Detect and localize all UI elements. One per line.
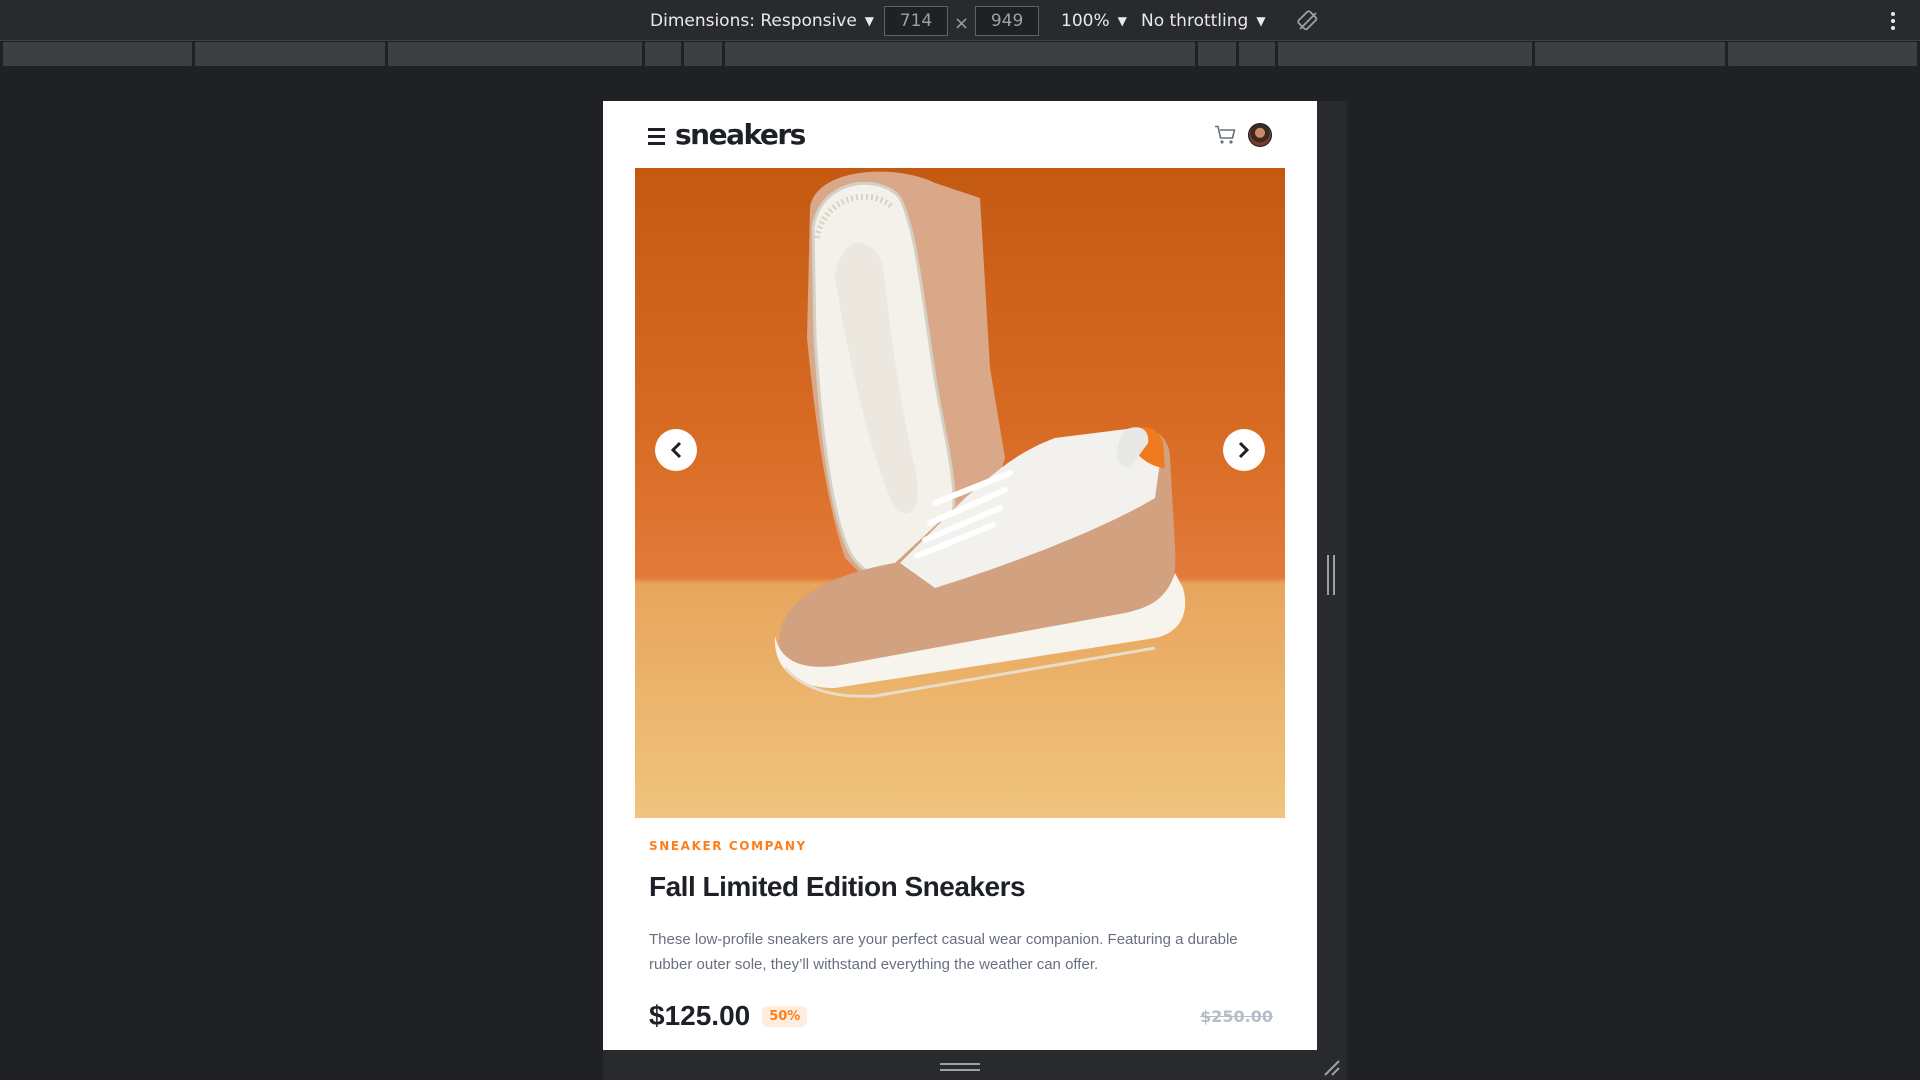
corner-resize-icon[interactable] [1321,1057,1341,1077]
media-query-segment[interactable] [195,42,385,66]
bottom-resize-grip [940,1063,980,1071]
caret-down-icon: ▼ [1256,13,1266,28]
product-image [774,171,1186,698]
header-actions [1214,122,1272,147]
caret-down-icon: ▼ [1117,13,1127,28]
throttling-dropdown[interactable]: No throttling ▼ [1141,0,1266,41]
media-query-segment[interactable] [1535,42,1725,66]
media-query-segment[interactable] [724,42,1196,66]
media-query-segment[interactable] [3,42,193,66]
menu-icon[interactable] [648,127,665,145]
chevron-left-icon [670,441,682,459]
logo[interactable]: sneakers [675,118,806,151]
original-price: $250.00 [1200,1006,1273,1026]
right-resize-grip [1327,555,1335,595]
next-image-button[interactable] [1223,429,1265,471]
media-query-segment[interactable] [1198,42,1237,66]
dimension-inputs: × [884,0,1040,41]
width-input[interactable] [884,5,948,36]
company-label: SNEAKER COMPANY [649,839,807,853]
avatar[interactable] [1248,122,1272,147]
product-description: These low-profile sneakers are your perf… [649,931,1238,973]
product-title: Fall Limited Edition Sneakers [649,871,1026,902]
media-query-segment[interactable] [1278,42,1533,66]
price-row: $125.00 50% $250.00 [649,996,1273,1036]
dimensions-label: Dimensions: Responsive [650,10,857,31]
height-input[interactable] [975,5,1040,36]
current-price: $125.00 [649,1000,751,1031]
previous-image-button[interactable] [655,429,697,471]
discount-badge: 50% [762,1005,808,1027]
chevron-right-icon [1238,441,1250,459]
throttling-label: No throttling [1141,10,1249,31]
media-query-bar [0,42,1920,68]
device-toolbar: Dimensions: Responsive ▼ × 100% ▼ No thr… [0,0,1920,41]
media-query-segment[interactable] [387,42,642,66]
caret-down-icon: ▼ [864,13,875,28]
media-query-segment[interactable] [1727,42,1917,66]
zoom-label: 100% [1061,10,1110,31]
device-viewport: sneakers SNEAKER COMPANY Fall Limited Ed… [603,101,1317,1050]
media-query-segment[interactable] [1239,42,1275,66]
dimensions-dropdown[interactable]: Dimensions: Responsive ▼ [650,0,874,41]
rotate-icon[interactable] [1297,0,1319,41]
media-query-segment[interactable] [683,42,722,66]
more-vertical-icon[interactable] [1888,0,1898,41]
media-query-segment[interactable] [644,42,681,66]
zoom-dropdown[interactable]: 100% ▼ [1061,0,1127,41]
product-image-gallery [635,168,1285,818]
times-symbol: × [954,13,970,34]
cart-icon[interactable] [1214,125,1236,145]
site-header: sneakers [603,101,1317,168]
